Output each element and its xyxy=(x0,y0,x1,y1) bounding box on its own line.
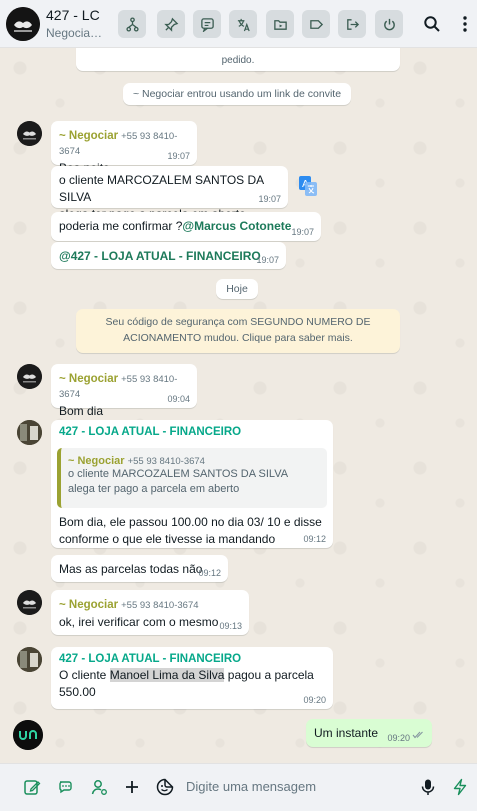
message-text: Mas as parcelas todas não xyxy=(59,562,203,576)
plus-icon[interactable] xyxy=(121,776,143,798)
media-icon[interactable] xyxy=(266,10,294,38)
message-time: 19:07 xyxy=(256,255,279,265)
message-bubble[interactable]: poderia me confirmar ?@Marcus Cotonete 1… xyxy=(51,212,321,241)
chat-title[interactable]: 427 - LC xyxy=(46,7,100,23)
message-bubble[interactable]: ~ Negociar+55 93 8410-3674 Boa noite 19:… xyxy=(51,121,197,175)
mention[interactable]: @Marcus Cotonete xyxy=(182,219,291,233)
quote-phone: +55 93 8410-3674 xyxy=(127,456,205,467)
message-bubble[interactable]: ~ Negociar +55 93 8410-3674 ok, irei veri… xyxy=(51,590,249,635)
message-text: o cliente MARCOZALEM SANTOS DA SILVA xyxy=(59,173,264,204)
message-text: Bom dia, ele passou 100.00 no dia 03/ 10… xyxy=(59,515,322,529)
mention[interactable]: @427 - LOJA ATUAL - FINANCEIRO xyxy=(59,249,261,263)
message-text: O cliente xyxy=(59,668,110,682)
chat-area[interactable]: pedido. ~ Negociar entrou usando um link… xyxy=(0,48,477,763)
message-bubble[interactable]: @427 - LOJA ATUAL - FINANCEIRO 19:07 xyxy=(51,242,286,269)
translate-icon[interactable] xyxy=(229,10,257,38)
sender-name[interactable]: 427 - LOJA ATUAL - FINANCEIRO xyxy=(59,653,325,665)
message-text: pedido. xyxy=(221,55,255,66)
message-bubble[interactable]: 427 - LOJA ATUAL - FINANCEIRO O cliente … xyxy=(51,647,333,709)
message-icon[interactable] xyxy=(193,10,221,38)
message-text: ok, irei verificar com o mesmo xyxy=(59,615,219,629)
menu-icon[interactable] xyxy=(455,13,475,35)
sender-name[interactable]: ~ Negociar xyxy=(59,599,118,611)
contact-icon[interactable] xyxy=(88,776,110,798)
highlighted-text: Manoel Lima da Silva xyxy=(109,668,225,682)
message-input[interactable]: Digite uma mensagem xyxy=(186,779,316,794)
date-separator: Hoje xyxy=(216,279,258,299)
quick-reply-icon[interactable] xyxy=(449,776,471,798)
pin-icon[interactable] xyxy=(157,10,185,38)
quote-text: alega ter pago a parcela em aberto xyxy=(68,483,240,495)
message-bubble[interactable]: Mas as parcelas todas não 09:12 xyxy=(51,555,228,582)
edit-icon[interactable] xyxy=(21,776,43,798)
message-text: conforme o que ele tivesse ia mandando xyxy=(59,532,276,546)
chat-header: 427 - LC Negociar, 427 - LOJA ATUAL - FI… xyxy=(0,0,477,48)
message-time: 09:13 xyxy=(219,621,242,631)
label-icon[interactable] xyxy=(302,10,330,38)
message-time: 09:12 xyxy=(303,534,326,544)
message-time: 19:07 xyxy=(258,194,281,204)
power-icon[interactable] xyxy=(375,10,403,38)
sender-name[interactable]: ~ Negociar xyxy=(59,373,118,385)
sticker-icon[interactable] xyxy=(154,776,176,798)
message-bubble[interactable]: 427 - LOJA ATUAL - FINANCEIRO ~ Negociar… xyxy=(51,420,333,548)
compose-bar: Digite uma mensagem xyxy=(0,763,477,811)
message-bubble-outgoing[interactable]: Um instante 09:20 xyxy=(306,719,432,747)
message-time: 19:07 xyxy=(291,227,314,237)
quote-text: o cliente MARCOZALEM SANTOS DA SILVA xyxy=(68,468,289,480)
sender-avatar[interactable] xyxy=(17,647,42,672)
quoted-message[interactable]: ~ Negociar +55 93 8410-3674 o cliente MAR… xyxy=(57,448,327,508)
double-check-icon xyxy=(412,727,424,742)
chat-subtitle[interactable]: Negociar, 427 - LOJA ATUAL - FINANCEIRO xyxy=(46,26,104,40)
translate-message-icon[interactable]: A xyxy=(298,175,318,197)
message-bubble[interactable]: o cliente MARCOZALEM SANTOS DA SILVA ale… xyxy=(51,166,288,221)
search-icon[interactable] xyxy=(422,13,442,35)
own-avatar[interactable] xyxy=(13,720,43,750)
message-text: poderia me confirmar ? xyxy=(59,219,183,233)
security-notice[interactable]: Seu código de segurança com SEGUNDO NUME… xyxy=(76,309,400,353)
message-bubble[interactable]: ~ Negociar +55 93 8410-3674 Bom dia 09:04 xyxy=(51,364,197,418)
message-time: 09:20 xyxy=(303,695,326,705)
sender-name[interactable]: 427 - LOJA ATUAL - FINANCEIRO xyxy=(59,426,325,438)
sender-avatar[interactable] xyxy=(17,420,42,445)
sender-phone: +55 93 8410-3674 xyxy=(121,600,199,611)
chat-bubbles-icon[interactable] xyxy=(55,776,77,798)
quote-sender: ~ Negociar xyxy=(68,455,125,467)
message-text: 550.00 xyxy=(59,685,96,699)
sender-name[interactable]: ~ Negociar xyxy=(59,130,118,142)
sender-avatar[interactable] xyxy=(17,364,42,389)
message-time: 09:12 xyxy=(198,568,221,578)
split-icon[interactable] xyxy=(118,10,146,38)
message-text: Bom dia xyxy=(59,404,104,418)
group-avatar[interactable] xyxy=(6,7,40,41)
sender-avatar[interactable] xyxy=(17,121,42,146)
message-time: 19:07 xyxy=(167,151,190,161)
transfer-icon[interactable] xyxy=(338,10,366,38)
message-time: 09:04 xyxy=(167,394,190,404)
system-message: ~ Negociar entrou usando um link de conv… xyxy=(123,83,351,105)
sender-avatar[interactable] xyxy=(17,590,42,615)
message-time: 09:20 xyxy=(387,733,410,743)
message-bubble: pedido. xyxy=(76,48,400,71)
message-text: pagou a parcela xyxy=(224,668,314,682)
microphone-icon[interactable] xyxy=(417,776,439,798)
